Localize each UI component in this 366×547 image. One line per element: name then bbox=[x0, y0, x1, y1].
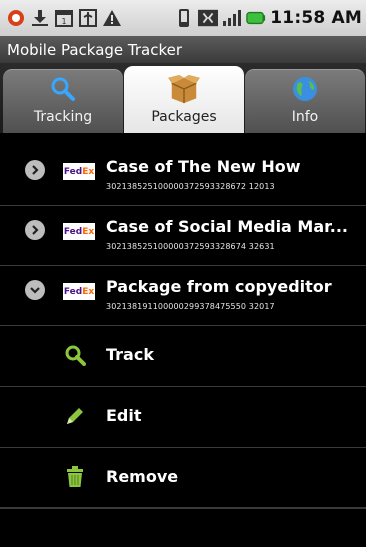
remove-label: Remove bbox=[106, 467, 179, 486]
wifi-signal-icon bbox=[222, 8, 242, 28]
tab-label: Packages bbox=[151, 109, 217, 125]
divider bbox=[0, 507, 366, 508]
chevron-right-icon[interactable] bbox=[25, 160, 45, 180]
search-icon bbox=[47, 73, 79, 105]
trash-icon bbox=[64, 466, 86, 488]
tracking-number: 302138525100000372593328674 32631 bbox=[106, 242, 275, 251]
tab-label: Tracking bbox=[33, 109, 93, 125]
app-title: Mobile Package Tracker bbox=[7, 40, 183, 59]
tab-label: Info bbox=[291, 109, 319, 125]
tab-info[interactable]: Info bbox=[245, 69, 365, 133]
package-item-expanded[interactable]: Fed Ex Package from copyeditor 3021381911… bbox=[0, 266, 366, 326]
chevron-right-icon[interactable] bbox=[25, 220, 45, 240]
box-icon bbox=[168, 73, 200, 105]
tab-packages[interactable]: Packages bbox=[124, 66, 244, 133]
status-bar: 1 11:58 AM bbox=[0, 0, 366, 36]
fedex-logo: Fed Ex bbox=[63, 163, 95, 180]
track-action[interactable]: Track bbox=[0, 326, 366, 387]
download-icon bbox=[30, 8, 50, 28]
signal-icon bbox=[198, 8, 219, 28]
remove-action[interactable]: Remove bbox=[0, 448, 366, 509]
tab-bar: Tracking Packages Info bbox=[0, 63, 366, 133]
package-title: Package from copyeditor bbox=[106, 277, 332, 296]
app-title-bar: Mobile Package Tracker bbox=[0, 36, 366, 63]
search-icon bbox=[64, 344, 86, 366]
track-label: Track bbox=[106, 345, 154, 364]
notification-icon bbox=[6, 8, 26, 28]
tab-tracking[interactable]: Tracking bbox=[3, 69, 123, 133]
fedex-logo: Fed Ex bbox=[63, 223, 95, 240]
vibrate-icon bbox=[174, 8, 194, 28]
package-title: Case of The New How bbox=[106, 157, 301, 176]
usb-icon bbox=[78, 8, 98, 28]
calendar-icon: 1 bbox=[54, 8, 74, 28]
pencil-icon bbox=[64, 405, 86, 427]
tracking-number: 302138191100000299378475550 32017 bbox=[106, 302, 275, 311]
edit-label: Edit bbox=[106, 406, 142, 425]
tracking-number: 302138525100000372593328672 12013 bbox=[106, 182, 275, 191]
package-item[interactable]: Fed Ex Case of Social Media Mar... 302138… bbox=[0, 206, 366, 266]
edit-action[interactable]: Edit bbox=[0, 387, 366, 448]
package-title: Case of Social Media Mar... bbox=[106, 217, 348, 236]
svg-text:1: 1 bbox=[61, 17, 66, 26]
package-list: Fed Ex Case of The New How 30213852510000… bbox=[0, 133, 366, 509]
chevron-down-icon[interactable] bbox=[25, 280, 45, 300]
battery-icon bbox=[246, 8, 266, 28]
package-item[interactable]: Fed Ex Case of The New How 30213852510000… bbox=[0, 146, 366, 206]
warning-icon bbox=[102, 8, 122, 28]
clock-time: 11:58 AM bbox=[270, 8, 362, 28]
globe-icon bbox=[289, 73, 321, 105]
fedex-logo: Fed Ex bbox=[63, 283, 95, 300]
